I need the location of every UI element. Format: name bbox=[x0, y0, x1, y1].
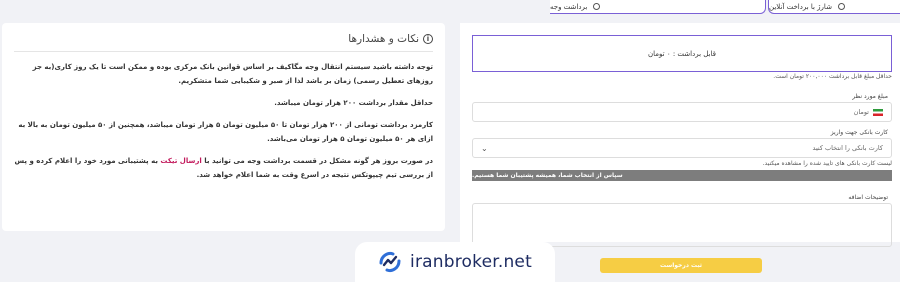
iran-flag-icon bbox=[873, 108, 883, 116]
tab-withdraw-label: برداشت وجه bbox=[550, 2, 588, 11]
watermark: iranbroker.net bbox=[355, 242, 555, 282]
chevron-down-icon: ⌄ bbox=[481, 143, 488, 153]
notes-panel: نکات و هشدارها i توجه داشته باشید سیستم … bbox=[2, 23, 445, 231]
radio-online[interactable] bbox=[837, 3, 845, 10]
notes-title: نکات و هشدارها bbox=[348, 33, 419, 45]
tab-online-charge[interactable]: شارژ با برداخت آنلاین bbox=[768, 0, 900, 14]
notes-header: نکات و هشدارها i bbox=[14, 33, 433, 52]
extra-notes-label: توضیحات اضافه bbox=[848, 194, 888, 201]
note-4-before: در صورت بروز هر گونه مشکل در قسمت برداشت… bbox=[204, 157, 433, 165]
watermark-text: iranbroker.net bbox=[410, 252, 532, 272]
amount-input[interactable]: تومان bbox=[472, 102, 892, 122]
payment-method-tabs: شارژ با برداخت آنلاین برداشت وجه bbox=[0, 0, 900, 16]
note-paragraph-4: در صورت بروز هر گونه مشکل در قسمت برداشت… bbox=[14, 154, 433, 182]
min-amount-hint: حداقل مبلغ قابل برداشت ۲۰۰,۰۰۰ تومان است… bbox=[773, 73, 892, 80]
send-ticket-link[interactable]: ارسال تیکت bbox=[160, 157, 201, 165]
note-paragraph-1: توجه داشته باشید سیستم انتقال وجه مگاکیف… bbox=[32, 63, 433, 85]
iranbroker-logo-icon bbox=[379, 252, 401, 272]
amount-placeholder: تومان bbox=[853, 108, 869, 116]
tab-withdraw[interactable]: برداشت وجه bbox=[550, 0, 766, 14]
extra-notes-textarea[interactable] bbox=[472, 203, 892, 247]
note-paragraph-3: کارمزد برداشت تومانی از ۲۰۰ هزار تومان ت… bbox=[18, 121, 433, 143]
amount-label: مبلغ مورد نظر bbox=[852, 93, 888, 100]
submit-request-button[interactable]: ثبت درخواست bbox=[600, 258, 762, 273]
card-select[interactable]: کارت بانکی را انتخاب کنید ⌄ bbox=[472, 138, 892, 158]
withdrawable-balance: قابل برداشت : ۰ تومان bbox=[472, 35, 892, 72]
withdraw-form: قابل برداشت : ۰ تومان حداقل مبلغ قابل بر… bbox=[460, 23, 900, 247]
card-hint: لیست کارت بانکی های تایید شده را مشاهده … bbox=[762, 160, 892, 167]
card-label: کارت بانکی جهت واریز bbox=[830, 129, 888, 136]
note-paragraph-2: حداقل مقدار برداشت ۲۰۰ هزار تومان میباشد… bbox=[274, 99, 433, 107]
tab-online-label: شارژ با برداخت آنلاین bbox=[769, 2, 832, 11]
radio-withdraw[interactable] bbox=[593, 3, 601, 10]
info-icon: i bbox=[423, 34, 433, 44]
card-placeholder: کارت بانکی را انتخاب کنید bbox=[812, 144, 883, 152]
alert-bar: سپاس از انتخاب شما، همیشه پشتیبان شما هس… bbox=[472, 170, 892, 181]
